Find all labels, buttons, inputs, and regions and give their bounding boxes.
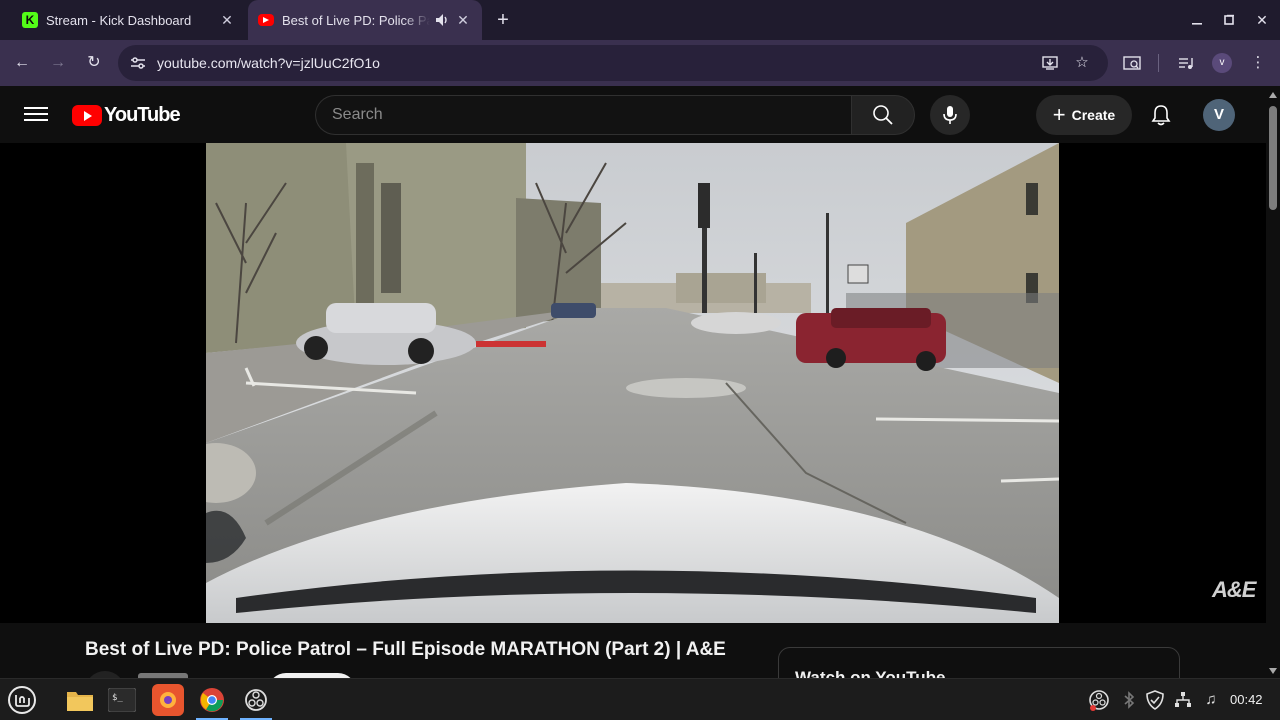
browser-menu-icon[interactable]: ⋮	[1246, 51, 1270, 75]
video-title: Best of Live PD: Police Patrol – Full Ep…	[85, 639, 726, 660]
close-tab-icon[interactable]: ✕	[454, 11, 472, 29]
chrome-icon[interactable]	[196, 684, 228, 720]
os-taskbar: $_ ♫ 00:42	[0, 678, 1280, 720]
notifications-bell-icon[interactable]	[1145, 99, 1177, 131]
youtube-play-icon	[72, 105, 102, 126]
scroll-down-arrow-icon[interactable]	[1269, 668, 1277, 674]
sound-icon[interactable]: ♫	[1200, 689, 1222, 711]
watch-on-youtube-card[interactable]: Watch on YouTube	[778, 647, 1180, 678]
below-video-section: Best of Live PD: Police Patrol – Full Ep…	[0, 623, 1266, 678]
voice-search-button[interactable]	[930, 95, 970, 135]
youtube-icon	[258, 14, 274, 26]
create-button[interactable]: + Create	[1036, 95, 1132, 135]
search-input[interactable]	[316, 96, 851, 134]
youtube-wordmark: YouTube	[104, 104, 181, 126]
obs-studio-icon[interactable]	[240, 684, 272, 720]
obs-tray-icon[interactable]	[1088, 689, 1110, 711]
account-avatar[interactable]: V	[1203, 99, 1235, 131]
tab-title: Stream - Kick Dashboard	[46, 12, 192, 28]
browser-profile-avatar[interactable]: v	[1212, 53, 1232, 73]
minimize-icon[interactable]	[1185, 8, 1209, 32]
video-player-area[interactable]: A&E	[0, 143, 1266, 623]
video-frame[interactable]	[206, 143, 1059, 623]
tab-title: Best of Live PD: Police Pa	[282, 12, 430, 28]
site-info-icon[interactable]	[128, 53, 148, 73]
plus-icon: +	[1052, 102, 1066, 127]
clock[interactable]: 00:42	[1230, 692, 1263, 707]
network-icon[interactable]	[1172, 689, 1194, 711]
hamburger-menu-icon[interactable]	[24, 104, 48, 124]
firefox-icon[interactable]	[152, 684, 184, 716]
channel-avatar[interactable]	[85, 671, 125, 678]
scrollbar-thumb[interactable]	[1269, 106, 1277, 210]
back-arrow-icon[interactable]: ←	[10, 51, 34, 75]
browser-tab-strip: K Stream - Kick Dashboard ✕ Best of Live…	[0, 0, 1280, 40]
scroll-up-arrow-icon[interactable]	[1269, 92, 1277, 98]
svg-text:$_: $_	[112, 693, 123, 703]
microphone-icon	[943, 106, 957, 124]
reload-icon[interactable]: ↻	[82, 51, 106, 75]
create-label: Create	[1071, 107, 1116, 123]
youtube-logo[interactable]: YouTube	[72, 104, 181, 127]
youtube-header: YouTube + Create V	[0, 86, 1266, 143]
search-button[interactable]	[851, 95, 915, 135]
channel-watermark[interactable]: A&E	[1212, 577, 1256, 603]
close-window-icon[interactable]: ✕	[1250, 8, 1274, 32]
search-box	[315, 95, 851, 135]
address-bar[interactable]: youtube.com/watch?v=jzlUuC2fO1o ☆	[118, 45, 1108, 81]
file-manager-icon[interactable]	[64, 684, 96, 716]
toolbar-divider	[1158, 54, 1159, 72]
new-tab-button[interactable]: +	[492, 9, 514, 31]
install-app-icon[interactable]	[1038, 51, 1062, 75]
shield-icon[interactable]	[1144, 689, 1166, 711]
tab-kick-dashboard[interactable]: K Stream - Kick Dashboard ✕	[12, 0, 246, 40]
linux-mint-menu-icon[interactable]	[6, 684, 38, 716]
bluetooth-icon[interactable]	[1118, 689, 1140, 711]
audio-playing-icon[interactable]	[434, 12, 450, 28]
sidebar-search-icon[interactable]	[1120, 51, 1144, 75]
search-icon	[873, 105, 893, 125]
bookmark-star-icon[interactable]: ☆	[1070, 51, 1094, 75]
maximize-icon[interactable]	[1217, 8, 1241, 32]
browser-toolbar: ← → ↻ youtube.com/watch?v=jzlUuC2fO1o ☆ …	[0, 40, 1280, 86]
media-control-icon[interactable]	[1174, 51, 1198, 75]
terminal-icon[interactable]: $_	[106, 684, 138, 716]
video-scene-image	[206, 143, 1059, 623]
page-scrollbar[interactable]	[1266, 86, 1280, 678]
tab-youtube-video[interactable]: Best of Live PD: Police Pa ✕	[248, 0, 482, 40]
kick-icon: K	[22, 12, 38, 28]
close-tab-icon[interactable]: ✕	[218, 11, 236, 29]
forward-arrow-icon[interactable]: →	[46, 51, 70, 75]
watch-on-youtube-label: Watch on YouTube	[795, 668, 946, 678]
url-text: youtube.com/watch?v=jzlUuC2fO1o	[157, 55, 380, 71]
